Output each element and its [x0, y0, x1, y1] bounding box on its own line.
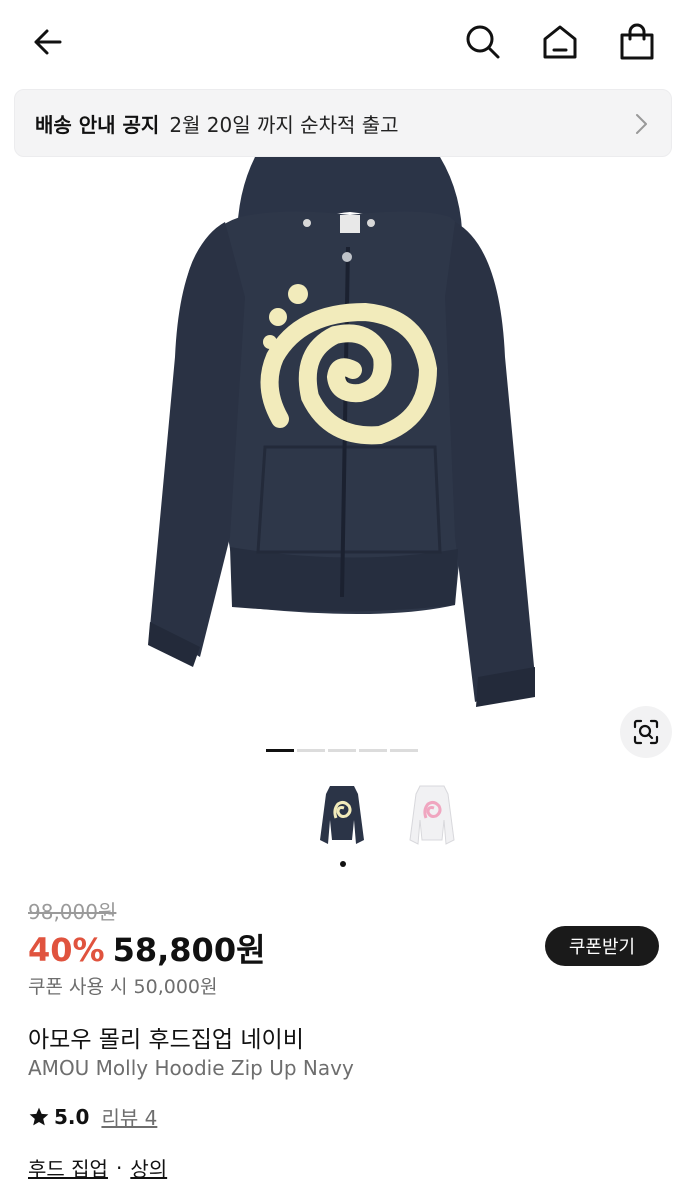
- category-breadcrumb: 후드 집업 · 상의: [28, 1153, 167, 1182]
- hoodie-illustration: [148, 157, 535, 707]
- image-pagination: [266, 749, 418, 752]
- category-hoodie-zipup-link[interactable]: 후드 집업: [28, 1153, 108, 1182]
- product-main-image[interactable]: [0, 157, 686, 732]
- rating-score: 5.0: [54, 1104, 90, 1129]
- shopping-bag-button[interactable]: [617, 22, 657, 62]
- top-bar: [0, 0, 686, 86]
- product-name-english: AMOU Molly Hoodie Zip Up Navy: [28, 1056, 354, 1080]
- chevron-right-icon: [636, 114, 647, 134]
- search-button[interactable]: [463, 22, 503, 62]
- shipping-notice-banner[interactable]: 배송 안내 공지 2월 20일 까지 순차적 출고: [14, 89, 672, 157]
- thumbnail-white[interactable]: [406, 780, 458, 852]
- thumbnail-selected-dot: [340, 861, 346, 867]
- coupon-price-note: 쿠폰 사용 시 50,000원: [28, 976, 218, 998]
- page-indicator-1[interactable]: [266, 749, 294, 752]
- notice-text: 2월 20일 까지 순차적 출고: [169, 112, 399, 137]
- visual-search-button[interactable]: [620, 706, 672, 758]
- search-icon: [466, 25, 500, 59]
- back-button[interactable]: [28, 22, 68, 62]
- rating-row: 5.0 리뷰 4: [28, 1102, 157, 1131]
- original-price: 98,000원: [28, 900, 117, 924]
- home-button[interactable]: [540, 22, 580, 62]
- page-indicator-5[interactable]: [390, 749, 418, 752]
- discount-rate: 40%: [28, 931, 105, 969]
- home-icon: [543, 25, 577, 59]
- page-indicator-3[interactable]: [328, 749, 356, 752]
- review-link[interactable]: 리뷰 4: [101, 1102, 157, 1131]
- color-thumbnails: [316, 780, 458, 852]
- product-name-korean: 아모우 몰리 후드집업 네이비: [28, 1027, 304, 1053]
- page-indicator-2[interactable]: [297, 749, 325, 752]
- arrow-left-icon: [34, 29, 62, 55]
- lens-search-icon: [633, 719, 659, 745]
- star-icon: [29, 1107, 49, 1125]
- sale-price: 58,800원: [112, 931, 266, 969]
- category-separator: ·: [115, 1155, 123, 1180]
- page-indicator-4[interactable]: [359, 749, 387, 752]
- category-tops-link[interactable]: 상의: [130, 1153, 167, 1182]
- notice-label: 배송 안내 공지: [35, 112, 160, 137]
- shopping-bag-icon: [620, 23, 654, 60]
- get-coupon-button[interactable]: 쿠폰받기: [545, 926, 659, 966]
- price-line: 40% 58,800원: [28, 925, 266, 971]
- thumbnail-navy[interactable]: [316, 780, 368, 852]
